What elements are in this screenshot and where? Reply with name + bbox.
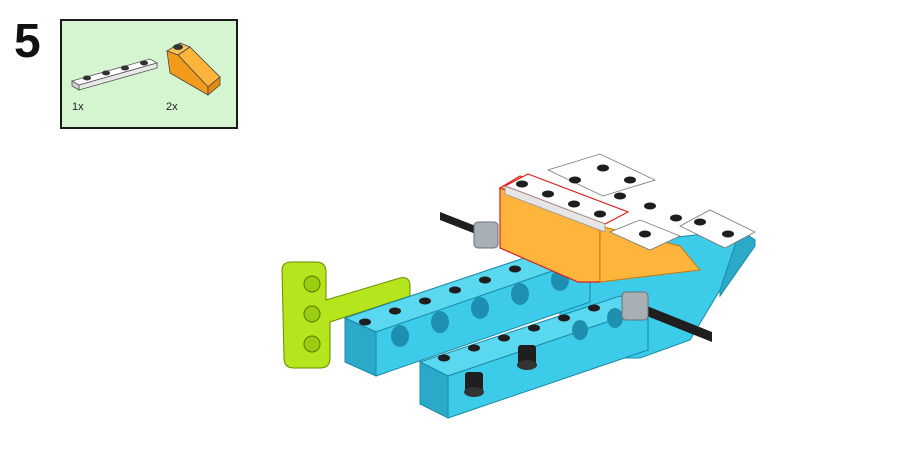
assembly-model-illustration: [281, 153, 756, 419]
